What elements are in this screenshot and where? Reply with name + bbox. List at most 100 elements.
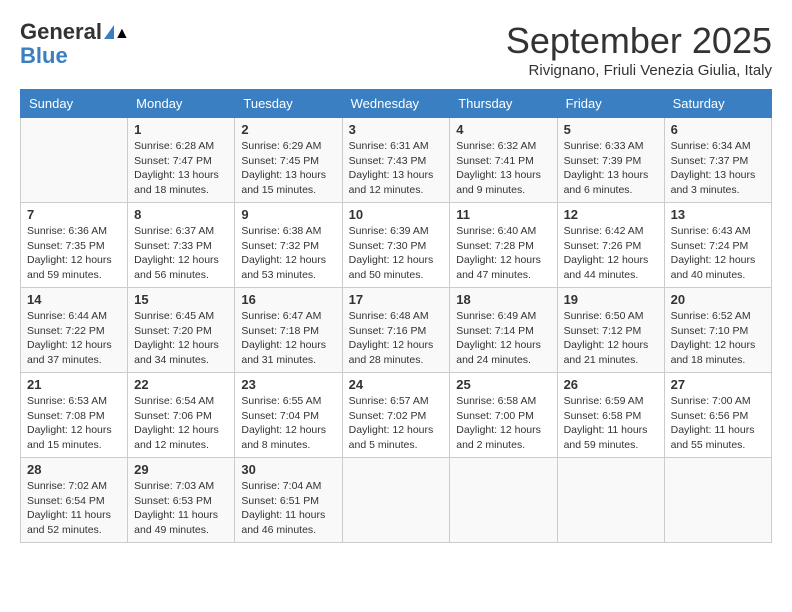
calendar-cell: 12 Sunrise: 6:42 AM Sunset: 7:26 PM Dayli… bbox=[557, 203, 664, 288]
calendar-cell: 6Sunrise: 6:34 AM Sunset: 7:37 PM Daylig… bbox=[664, 118, 771, 203]
day-info: Sunrise: 6:45 AM Sunset: 7:20 PM Dayligh… bbox=[134, 309, 228, 368]
day-info: Sunrise: 6:57 AM Sunset: 7:02 PM Dayligh… bbox=[349, 394, 444, 453]
header-day-tuesday: Tuesday bbox=[235, 90, 342, 118]
calendar-cell: 21Sunrise: 6:53 AM Sunset: 7:08 PM Dayli… bbox=[21, 373, 128, 458]
calendar-header: SundayMondayTuesdayWednesdayThursdayFrid… bbox=[21, 90, 772, 118]
day-info: Sunrise: 6:42 AM Sunset: 7:26 PM Dayligh… bbox=[564, 224, 658, 283]
day-number: 10 bbox=[349, 207, 444, 222]
day-number: 8 bbox=[134, 207, 228, 222]
calendar-cell: 25Sunrise: 6:58 AM Sunset: 7:00 PM Dayli… bbox=[450, 373, 557, 458]
day-number: 23 bbox=[241, 377, 335, 392]
calendar-table: SundayMondayTuesdayWednesdayThursdayFrid… bbox=[20, 89, 772, 543]
day-info: Sunrise: 6:29 AM Sunset: 7:45 PM Dayligh… bbox=[241, 139, 335, 198]
calendar-cell: 23 Sunrise: 6:55 AM Sunset: 7:04 PM Dayli… bbox=[235, 373, 342, 458]
day-number: 29 bbox=[134, 462, 228, 477]
title-block: September 2025 Rivignano, Friuli Venezia… bbox=[506, 20, 772, 79]
page-header: General ▲ Blue September 2025 Rivignano,… bbox=[20, 20, 772, 79]
calendar-cell: 17 Sunrise: 6:48 AM Sunset: 7:16 PM Dayli… bbox=[342, 288, 450, 373]
day-info: Sunrise: 6:34 AM Sunset: 7:37 PM Dayligh… bbox=[671, 139, 765, 198]
logo-icon: ▲ bbox=[104, 25, 114, 39]
calendar-week-2: 7Sunrise: 6:36 AM Sunset: 7:35 PM Daylig… bbox=[21, 203, 772, 288]
calendar-cell: 9 Sunrise: 6:38 AM Sunset: 7:32 PM Daylig… bbox=[235, 203, 342, 288]
day-number: 5 bbox=[564, 122, 658, 137]
day-info: Sunrise: 6:32 AM Sunset: 7:41 PM Dayligh… bbox=[456, 139, 550, 198]
day-number: 18 bbox=[456, 292, 550, 307]
day-number: 17 bbox=[349, 292, 444, 307]
day-info: Sunrise: 6:59 AM Sunset: 6:58 PM Dayligh… bbox=[564, 394, 658, 453]
calendar-cell: 30 Sunrise: 7:04 AM Sunset: 6:51 PM Dayli… bbox=[235, 458, 342, 543]
day-info: Sunrise: 7:03 AM Sunset: 6:53 PM Dayligh… bbox=[134, 479, 228, 538]
header-day-saturday: Saturday bbox=[664, 90, 771, 118]
calendar-week-1: 1 Sunrise: 6:28 AM Sunset: 7:47 PM Daylig… bbox=[21, 118, 772, 203]
calendar-cell bbox=[450, 458, 557, 543]
header-day-thursday: Thursday bbox=[450, 90, 557, 118]
month-title: September 2025 bbox=[506, 20, 772, 62]
day-info: Sunrise: 7:02 AM Sunset: 6:54 PM Dayligh… bbox=[27, 479, 121, 538]
calendar-week-3: 14 Sunrise: 6:44 AM Sunset: 7:22 PM Dayli… bbox=[21, 288, 772, 373]
day-info: Sunrise: 6:33 AM Sunset: 7:39 PM Dayligh… bbox=[564, 139, 658, 198]
day-info: Sunrise: 6:37 AM Sunset: 7:33 PM Dayligh… bbox=[134, 224, 228, 283]
logo-blue-text: Blue bbox=[20, 44, 68, 68]
day-number: 12 bbox=[564, 207, 658, 222]
day-info: Sunrise: 6:39 AM Sunset: 7:30 PM Dayligh… bbox=[349, 224, 444, 283]
day-info: Sunrise: 6:54 AM Sunset: 7:06 PM Dayligh… bbox=[134, 394, 228, 453]
day-number: 22 bbox=[134, 377, 228, 392]
calendar-week-5: 28 Sunrise: 7:02 AM Sunset: 6:54 PM Dayli… bbox=[21, 458, 772, 543]
calendar-cell bbox=[557, 458, 664, 543]
day-number: 9 bbox=[241, 207, 335, 222]
calendar-cell: 4 Sunrise: 6:32 AM Sunset: 7:41 PM Daylig… bbox=[450, 118, 557, 203]
day-number: 25 bbox=[456, 377, 550, 392]
day-number: 1 bbox=[134, 122, 228, 137]
calendar-cell: 10 Sunrise: 6:39 AM Sunset: 7:30 PM Dayli… bbox=[342, 203, 450, 288]
day-info: Sunrise: 6:52 AM Sunset: 7:10 PM Dayligh… bbox=[671, 309, 765, 368]
calendar-cell: 1 Sunrise: 6:28 AM Sunset: 7:47 PM Daylig… bbox=[128, 118, 235, 203]
day-number: 14 bbox=[27, 292, 121, 307]
day-number: 11 bbox=[456, 207, 550, 222]
day-info: Sunrise: 6:55 AM Sunset: 7:04 PM Dayligh… bbox=[241, 394, 335, 453]
day-info: Sunrise: 6:48 AM Sunset: 7:16 PM Dayligh… bbox=[349, 309, 444, 368]
day-number: 27 bbox=[671, 377, 765, 392]
calendar-cell: 29 Sunrise: 7:03 AM Sunset: 6:53 PM Dayli… bbox=[128, 458, 235, 543]
calendar-cell: 7Sunrise: 6:36 AM Sunset: 7:35 PM Daylig… bbox=[21, 203, 128, 288]
calendar-cell: 5 Sunrise: 6:33 AM Sunset: 7:39 PM Daylig… bbox=[557, 118, 664, 203]
day-number: 3 bbox=[349, 122, 444, 137]
day-info: Sunrise: 6:44 AM Sunset: 7:22 PM Dayligh… bbox=[27, 309, 121, 368]
day-info: Sunrise: 6:28 AM Sunset: 7:47 PM Dayligh… bbox=[134, 139, 228, 198]
logo-general-text: General bbox=[20, 20, 102, 44]
calendar-cell: 8 Sunrise: 6:37 AM Sunset: 7:33 PM Daylig… bbox=[128, 203, 235, 288]
calendar-cell: 27 Sunrise: 7:00 AM Sunset: 6:56 PM Dayli… bbox=[664, 373, 771, 458]
day-number: 4 bbox=[456, 122, 550, 137]
calendar-cell: 3 Sunrise: 6:31 AM Sunset: 7:43 PM Daylig… bbox=[342, 118, 450, 203]
calendar-cell: 18 Sunrise: 6:49 AM Sunset: 7:14 PM Dayli… bbox=[450, 288, 557, 373]
day-number: 20 bbox=[671, 292, 765, 307]
day-info: Sunrise: 6:50 AM Sunset: 7:12 PM Dayligh… bbox=[564, 309, 658, 368]
day-info: Sunrise: 6:31 AM Sunset: 7:43 PM Dayligh… bbox=[349, 139, 444, 198]
day-info: Sunrise: 6:49 AM Sunset: 7:14 PM Dayligh… bbox=[456, 309, 550, 368]
day-number: 26 bbox=[564, 377, 658, 392]
day-info: Sunrise: 6:43 AM Sunset: 7:24 PM Dayligh… bbox=[671, 224, 765, 283]
day-number: 16 bbox=[241, 292, 335, 307]
day-number: 15 bbox=[134, 292, 228, 307]
calendar-cell: 16Sunrise: 6:47 AM Sunset: 7:18 PM Dayli… bbox=[235, 288, 342, 373]
header-day-friday: Friday bbox=[557, 90, 664, 118]
calendar-week-4: 21Sunrise: 6:53 AM Sunset: 7:08 PM Dayli… bbox=[21, 373, 772, 458]
calendar-cell: 20 Sunrise: 6:52 AM Sunset: 7:10 PM Dayli… bbox=[664, 288, 771, 373]
day-number: 30 bbox=[241, 462, 335, 477]
day-info: Sunrise: 6:53 AM Sunset: 7:08 PM Dayligh… bbox=[27, 394, 121, 453]
logo: General ▲ Blue bbox=[20, 20, 114, 68]
header-day-wednesday: Wednesday bbox=[342, 90, 450, 118]
day-info: Sunrise: 6:40 AM Sunset: 7:28 PM Dayligh… bbox=[456, 224, 550, 283]
day-info: Sunrise: 6:38 AM Sunset: 7:32 PM Dayligh… bbox=[241, 224, 335, 283]
calendar-cell: 11 Sunrise: 6:40 AM Sunset: 7:28 PM Dayli… bbox=[450, 203, 557, 288]
day-number: 28 bbox=[27, 462, 121, 477]
day-info: Sunrise: 6:36 AM Sunset: 7:35 PM Dayligh… bbox=[27, 224, 121, 283]
header-day-monday: Monday bbox=[128, 90, 235, 118]
calendar-cell: 28 Sunrise: 7:02 AM Sunset: 6:54 PM Dayli… bbox=[21, 458, 128, 543]
day-info: Sunrise: 7:00 AM Sunset: 6:56 PM Dayligh… bbox=[671, 394, 765, 453]
calendar-cell: 15 Sunrise: 6:45 AM Sunset: 7:20 PM Dayli… bbox=[128, 288, 235, 373]
calendar-cell bbox=[664, 458, 771, 543]
header-row: SundayMondayTuesdayWednesdayThursdayFrid… bbox=[21, 90, 772, 118]
calendar-cell: 24Sunrise: 6:57 AM Sunset: 7:02 PM Dayli… bbox=[342, 373, 450, 458]
location-text: Rivignano, Friuli Venezia Giulia, Italy bbox=[506, 62, 772, 79]
day-info: Sunrise: 7:04 AM Sunset: 6:51 PM Dayligh… bbox=[241, 479, 335, 538]
